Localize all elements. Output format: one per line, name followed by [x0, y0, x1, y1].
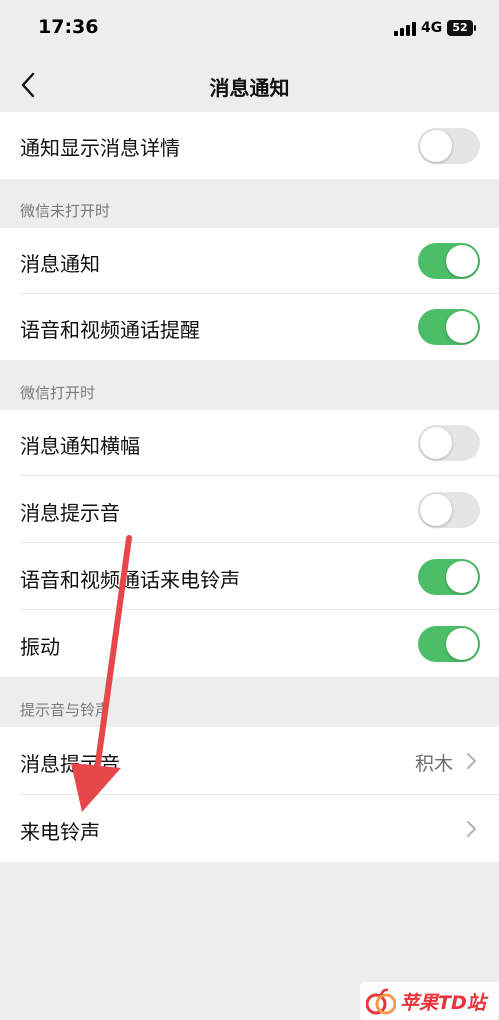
- row-label: 语音和视频通话提醒: [20, 318, 200, 342]
- toggle-switch[interactable]: [418, 425, 480, 461]
- settings-row-call-ringtone[interactable]: 语音和视频通话来电铃声: [0, 543, 499, 610]
- toggle-knob: [420, 130, 452, 162]
- section-header: 微信打开时: [20, 384, 96, 402]
- watermark: 苹果TD站: [360, 982, 499, 1020]
- settings-row-banner[interactable]: 消息通知横幅: [0, 410, 499, 476]
- row-label: 消息通知横幅: [20, 434, 140, 458]
- row-label: 来电铃声: [20, 820, 100, 844]
- settings-row-message-sound[interactable]: 消息提示音: [0, 476, 499, 543]
- status-bar: 17:36 4G 52: [0, 0, 499, 60]
- chevron-right-icon: [467, 821, 476, 837]
- toggle-knob: [420, 494, 452, 526]
- toggle-switch[interactable]: [418, 128, 480, 164]
- row-value: 积木: [414, 753, 453, 775]
- toggle-switch[interactable]: [418, 309, 480, 345]
- section-header: 提示音与铃声: [20, 701, 111, 719]
- battery-icon: 52: [447, 20, 476, 36]
- watermark-text: 苹果TD站: [400, 992, 486, 1014]
- row-label: 消息提示音: [20, 501, 120, 525]
- settings-row-vibration[interactable]: 振动: [0, 610, 499, 677]
- settings-row-message-notification[interactable]: 消息通知: [0, 228, 499, 294]
- network-type: 4G: [421, 20, 443, 36]
- row-label: 消息通知: [20, 252, 100, 276]
- settings-row-incoming-ringtone[interactable]: 来电铃声: [0, 795, 499, 862]
- row-label: 振动: [20, 635, 60, 659]
- toggle-switch[interactable]: [418, 243, 480, 279]
- toggle-switch[interactable]: [418, 626, 480, 662]
- settings-row-message-tone[interactable]: 消息提示音 积木: [0, 727, 499, 795]
- section-header: 微信未打开时: [20, 202, 111, 220]
- toggle-knob: [446, 311, 478, 343]
- toggle-switch[interactable]: [418, 559, 480, 595]
- toggle-knob: [446, 245, 478, 277]
- toggle-knob: [420, 427, 452, 459]
- nav-bar: 消息通知: [0, 60, 499, 112]
- page-title: 消息通知: [209, 76, 290, 100]
- settings-row-call-reminder[interactable]: 语音和视频通话提醒: [0, 294, 499, 360]
- cellular-signal-icon: [394, 22, 416, 36]
- chevron-right-icon: [467, 753, 476, 769]
- row-label: 通知显示消息详情: [20, 136, 180, 160]
- settings-row-show-details[interactable]: 通知显示消息详情: [0, 112, 499, 179]
- apple-logo-icon: [366, 988, 396, 1015]
- toggle-knob: [446, 628, 478, 660]
- toggle-knob: [446, 561, 478, 593]
- row-label: 消息提示音: [20, 752, 120, 776]
- toggle-switch[interactable]: [418, 492, 480, 528]
- row-label: 语音和视频通话来电铃声: [20, 568, 240, 592]
- status-time: 17:36: [38, 16, 99, 38]
